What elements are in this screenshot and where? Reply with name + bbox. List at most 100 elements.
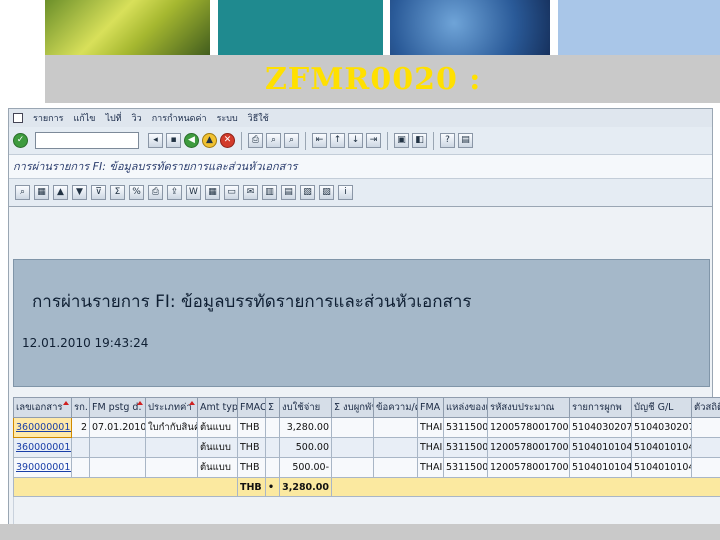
enter-icon[interactable]: ✓ [13,133,28,148]
save-layout-icon[interactable]: ▨ [319,185,334,200]
print-preview-icon[interactable]: ⎙ [148,185,163,200]
sap-window: รายการ แก้ไข ไปที่ วิว การกำหนดค่า ระบบ … [8,108,720,536]
total-currency: THB [237,477,266,497]
slide-banner: ZFMR0020 : [0,0,720,105]
change-layout-icon[interactable]: ▤ [281,185,296,200]
document-number-link[interactable]: 3600000018 [13,417,72,438]
toolbar-separator [241,131,242,150]
first-page-icon[interactable]: ⇤ [312,133,327,148]
command-field[interactable] [35,132,139,149]
column-header[interactable]: เลขเอกสาร [13,397,72,418]
menu-item-view[interactable]: วิว [132,111,142,125]
menu-item-help[interactable]: วิธีใช้ [248,111,269,125]
mail-icon[interactable]: ✉ [243,185,258,200]
column-header[interactable]: รก. [71,397,90,418]
select-layout-icon[interactable]: ▦ [34,185,49,200]
help-icon[interactable]: ? [440,133,455,148]
next-page-icon[interactable]: ↓ [348,133,363,148]
last-page-icon[interactable]: ⇥ [366,133,381,148]
graphic-icon[interactable]: ▥ [262,185,277,200]
table-row[interactable]: 3600000018 2 07.01.2010 ใบกำกับสินค้า ต้… [13,417,720,438]
column-header[interactable]: งบใช้จ่าย [279,397,332,418]
menu-item-goto[interactable]: ไปที่ [105,111,121,125]
save-icon[interactable]: ▪ [166,133,181,148]
back-nav-icon[interactable]: ◂ [148,133,163,148]
table-cell [71,457,90,478]
sort-ascending-icon[interactable]: ▲ [53,185,68,200]
export-icon[interactable]: ⇪ [167,185,182,200]
exit-icon[interactable]: ▲ [202,133,217,148]
column-header[interactable]: Σ [265,397,280,418]
column-header[interactable]: แหล่งของเง [443,397,488,418]
layout-menu-icon[interactable]: ▤ [458,133,473,148]
table-cell: 1200578001700001 [487,437,570,458]
table-cell: ต้นแบบ [197,437,238,458]
column-header[interactable]: Σ งบผูกพัน [331,397,374,418]
find-next-icon[interactable]: ⌕ [284,133,299,148]
shortcut-icon[interactable]: ◧ [412,133,427,148]
document-number-link[interactable]: 3900000019 [13,457,72,478]
table-cell [691,417,720,438]
table-cell: ต้นแบบ [197,457,238,478]
filter-icon[interactable]: ⊽ [91,185,106,200]
document-number-link[interactable]: 3600000019 [13,437,72,458]
report-timestamp: 12.01.2010 19:43:24 [22,336,149,350]
table-cell: 5104010104 [631,457,692,478]
total-icon[interactable]: Σ [110,185,125,200]
table-cell [71,437,90,458]
cancel-icon[interactable]: ✕ [220,133,235,148]
column-header[interactable]: FM pstg d. [89,397,146,418]
table-cell [89,457,146,478]
previous-page-icon[interactable]: ↑ [330,133,345,148]
column-header[interactable]: FMA [417,397,444,418]
total-spacer [13,477,238,497]
banner-image-teal [218,0,383,58]
menu-window-icon[interactable] [13,113,23,123]
menu-item-edit[interactable]: แก้ไข [74,111,96,125]
toolbar-separator [305,131,306,150]
report-header: การผ่านรายการ FI: ข้อมูลบรรทัดรายการและส… [13,259,710,387]
column-header[interactable]: ประเภทค่า [145,397,198,418]
table-cell [331,457,374,478]
column-header[interactable]: FMAC [237,397,266,418]
table-cell: 07.01.2010 [89,417,146,438]
print-icon[interactable]: ⎙ [248,133,263,148]
table-cell [265,417,280,438]
table-row[interactable]: 3900000019 ต้นแบบ THB 500.00- THAI 53115… [13,457,720,478]
column-header[interactable]: ข้อความ/คำ [373,397,418,418]
table-cell [331,437,374,458]
sort-descending-icon[interactable]: ▼ [72,185,87,200]
column-header[interactable]: บัญชี G/L [631,397,692,418]
table-cell: THAI [417,457,444,478]
column-header[interactable]: ตัวสถิติ [691,397,720,418]
menu-item-system[interactable]: ระบบ [217,111,238,125]
table-cell: 5311500 [443,457,488,478]
back-icon[interactable]: ◀ [184,133,199,148]
table-row[interactable]: 3600000019 ต้นแบบ THB 500.00 THAI 531150… [13,437,720,458]
word-processing-icon[interactable]: W [186,185,201,200]
column-header[interactable]: Amt type [197,397,238,418]
table-cell [691,437,720,458]
new-session-icon[interactable]: ▣ [394,133,409,148]
table-cell: 500.00- [279,457,332,478]
menu-item-settings[interactable]: การกำหนดค่า [152,111,207,125]
choose-layout-icon[interactable]: ▧ [300,185,315,200]
table-cell: ใบกำกับสินค้า [145,417,198,438]
find-icon[interactable]: ⌕ [266,133,281,148]
toolbar-separator [387,131,388,150]
subtotal-icon[interactable]: % [129,185,144,200]
table-cell [265,437,280,458]
menu-bar: รายการ แก้ไข ไปที่ วิว การกำหนดค่า ระบบ … [9,109,712,127]
table-cell: THB [237,417,266,438]
table-cell [373,437,418,458]
total-row: THB • 3,280.00 [13,477,720,497]
local-file-icon[interactable]: ▭ [224,185,239,200]
table-cell [373,417,418,438]
column-header[interactable]: รหัสงบประมาณ [487,397,570,418]
information-icon[interactable]: i [338,185,353,200]
spreadsheet-icon[interactable]: ▦ [205,185,220,200]
column-header[interactable]: รายการผูกพ [569,397,632,418]
menu-item-list[interactable]: รายการ [33,111,64,125]
table-cell: THAI [417,417,444,438]
details-icon[interactable]: ⌕ [15,185,30,200]
